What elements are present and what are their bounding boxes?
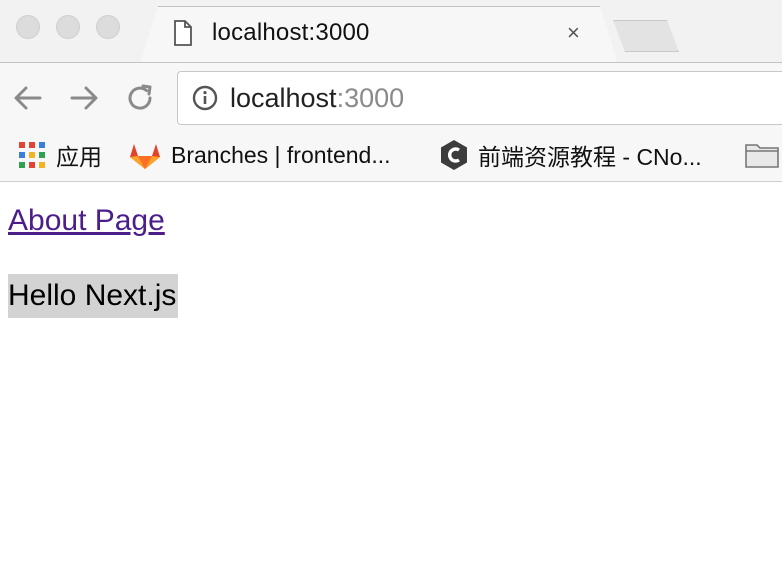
arrow-right-icon[interactable]: [67, 81, 101, 115]
cnode-icon: [441, 140, 467, 170]
bookmark-branches[interactable]: Branches | frontend...: [129, 139, 391, 171]
document-icon: [174, 20, 192, 46]
bookmark-label: 前端资源教程 - CNo...: [478, 144, 702, 170]
bookmark-cnode[interactable]: 前端资源教程 - CNo...: [440, 139, 702, 171]
info-icon[interactable]: [192, 85, 218, 111]
bookmark-folder[interactable]: [745, 139, 779, 171]
minimize-window-button[interactable]: [56, 15, 80, 39]
bookmark-label: 应用: [56, 144, 102, 170]
folder-icon: [745, 144, 779, 168]
tab-close-icon[interactable]: ×: [567, 20, 580, 46]
gitlab-icon: [130, 144, 160, 169]
about-page-link[interactable]: About Page: [8, 204, 165, 238]
new-tab-button[interactable]: [613, 20, 679, 52]
address-text[interactable]: localhost:3000: [230, 83, 404, 114]
address-host: localhost: [230, 83, 337, 113]
tab-title: localhost:3000: [212, 19, 370, 46]
close-window-button[interactable]: [16, 15, 40, 39]
page-heading: Hello Next.js: [8, 274, 179, 318]
bookmark-label: Branches | frontend...: [171, 141, 391, 168]
reload-icon[interactable]: [123, 81, 157, 115]
maximize-window-button[interactable]: [96, 15, 120, 39]
tab-strip: localhost:3000 ×: [0, 0, 782, 62]
address-port: :3000: [336, 83, 405, 113]
apps-grid-icon: [19, 141, 45, 168]
bookmarks-bar: 应用 Branches | frontend... 前端资源教程 - CNo..…: [0, 130, 782, 182]
page-content: About Page Hello Next.js: [0, 182, 782, 574]
bookmark-apps[interactable]: 应用: [19, 139, 102, 171]
address-bar[interactable]: localhost:3000: [177, 71, 782, 125]
browser-toolbar: localhost:3000: [0, 62, 782, 130]
arrow-left-icon[interactable]: [11, 81, 45, 115]
